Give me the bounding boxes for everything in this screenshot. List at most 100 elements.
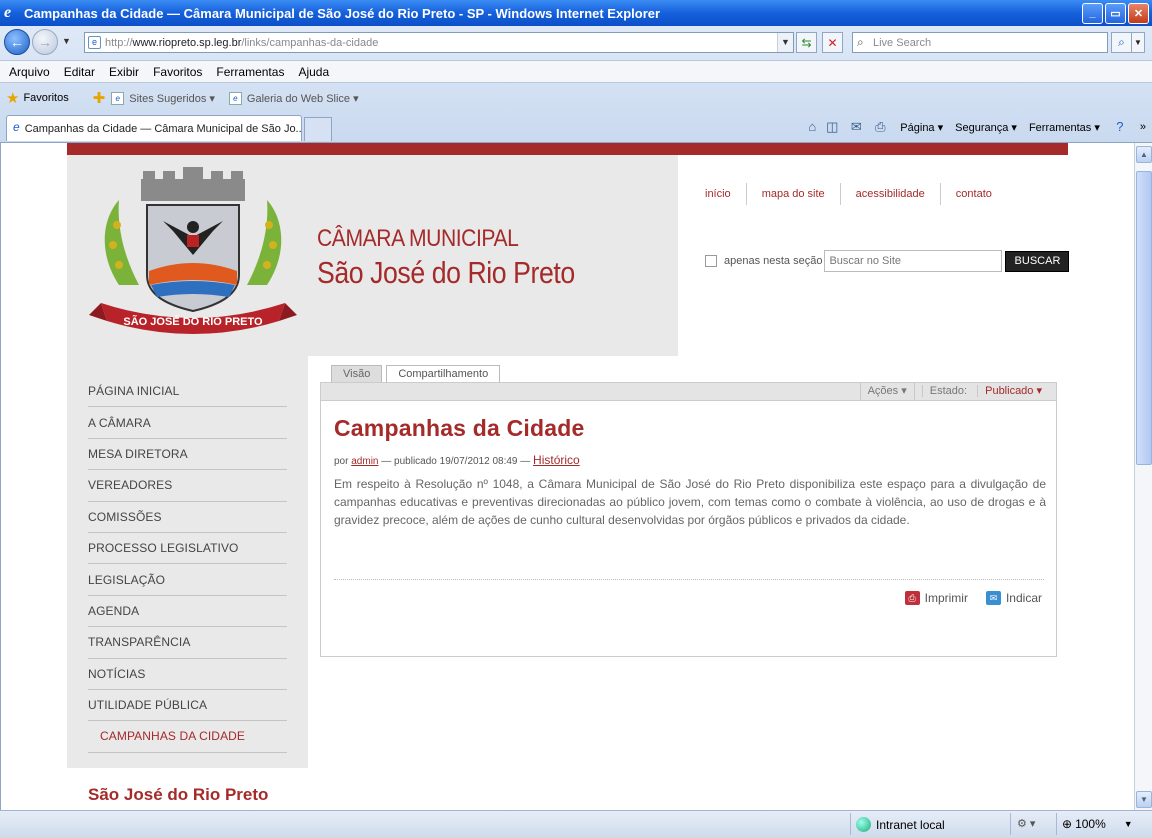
sidebar-item-agenda[interactable]: AGENDA xyxy=(88,596,287,628)
tab-compartilhamento[interactable]: Compartilhamento xyxy=(386,365,501,382)
protected-mode-icon[interactable]: ⚙ ▾ xyxy=(1017,817,1035,830)
link-inicio[interactable]: início xyxy=(705,183,746,205)
address-bar[interactable]: e http://www.riopreto.sp.leg.br/links/ca… xyxy=(84,32,794,53)
print-icon[interactable]: ⎙ xyxy=(872,119,888,135)
top-links: início mapa do site acessibilidade conta… xyxy=(705,183,1007,205)
forward-button[interactable]: → xyxy=(32,29,58,55)
live-search-input[interactable]: ⌕ Live Search xyxy=(852,32,1108,53)
sidebar-item-a-camara[interactable]: A CÂMARA xyxy=(88,407,287,439)
menu-editar[interactable]: Editar xyxy=(64,65,95,79)
page-icon: e xyxy=(228,91,242,105)
zoom-level: 100% xyxy=(1075,817,1106,831)
page-icon: e xyxy=(111,91,125,105)
title-bar: e Campanhas da Cidade — Câmara Municipal… xyxy=(0,0,1152,26)
sidebar-item-comissoes[interactable]: COMISSÕES xyxy=(88,502,287,533)
ie-logo-icon: e xyxy=(4,4,12,21)
refresh-icon: ⇆ xyxy=(801,35,812,50)
refresh-button[interactable]: ⇆ xyxy=(796,32,817,53)
section-only-checkbox[interactable] xyxy=(705,255,717,267)
byline-published: — publicado 19/07/2012 08:49 — xyxy=(381,456,531,467)
address-domain: www.riopreto.sp.leg.br xyxy=(132,36,242,49)
help-icon[interactable]: ? xyxy=(1112,119,1128,135)
state-label: Estado: xyxy=(921,385,975,397)
status-separator xyxy=(1010,813,1011,835)
scroll-up-icon[interactable]: ▲ xyxy=(1136,146,1152,163)
address-dropdown-icon[interactable]: ▼ xyxy=(777,33,793,52)
sidebar-item-vereadores[interactable]: VEREADORES xyxy=(88,470,287,502)
scroll-down-icon[interactable]: ▼ xyxy=(1136,791,1152,808)
sidebar-item-noticias[interactable]: NOTÍCIAS xyxy=(88,659,287,690)
state-value: Publicado ▾ xyxy=(977,385,1049,397)
history-dropdown-icon[interactable]: ▼ xyxy=(62,36,71,46)
content-panel: Campanhas da Cidade por admin — publicad… xyxy=(320,401,1057,657)
sidebar-item-utilidade-publica[interactable]: UTILIDADE PÚBLICA xyxy=(88,690,287,722)
security-zone[interactable]: Intranet local xyxy=(856,817,945,832)
vertical-scrollbar[interactable]: ▲ ▼ xyxy=(1134,143,1152,810)
home-icon[interactable]: ⌂ xyxy=(804,119,820,135)
tab-campanhas[interactable]: e Campanhas da Cidade — Câmara Municipal… xyxy=(6,115,302,141)
fav-item-sites-sugeridos[interactable]: e Sites Sugeridos ▾ xyxy=(111,91,215,105)
sidebar-item-pagina-inicial[interactable]: PÁGINA INICIAL xyxy=(88,376,287,408)
zoom-control[interactable]: ⊕ 100% ▼ xyxy=(1062,817,1133,831)
brand-line-2: São José do Rio Preto xyxy=(317,255,575,290)
site-search: apenas nesta seção Buscar no Site BUSCAR xyxy=(705,250,1070,272)
sidebar-item-processo-legislativo[interactable]: PROCESSO LEGISLATIVO xyxy=(88,533,287,565)
site-search-button[interactable]: BUSCAR xyxy=(1005,250,1070,272)
live-search-placeholder: Live Search xyxy=(873,36,932,49)
feeds-icon[interactable]: ◫ xyxy=(824,119,840,135)
favorites-button[interactable]: ★ Favoritos xyxy=(6,89,69,107)
printer-icon: ⎙ xyxy=(904,591,920,605)
history-link[interactable]: Histórico xyxy=(533,453,580,467)
address-row: ← → ▼ e http://www.riopreto.sp.leg.br/li… xyxy=(0,26,1152,60)
site-search-input[interactable]: Buscar no Site xyxy=(824,250,1003,272)
browser-window: e Campanhas da Cidade — Câmara Municipal… xyxy=(0,0,1152,838)
menu-ferramentas[interactable]: Ferramentas xyxy=(216,65,284,79)
forward-arrow-icon: → xyxy=(38,34,52,50)
link-acessibilidade[interactable]: acessibilidade xyxy=(839,183,940,205)
actions-menu[interactable]: Ações ▾ xyxy=(859,383,914,400)
crest-banner-text: SÃO JOSÉ DO RIO PRETO xyxy=(123,315,263,328)
content-tabs: Visão Compartilhamento xyxy=(331,365,504,382)
menu-favoritos[interactable]: Favoritos xyxy=(153,65,202,79)
author-link[interactable]: admin xyxy=(351,456,378,467)
minimize-button[interactable]: _ xyxy=(1082,2,1103,24)
add-favorite-icon[interactable]: ✚ xyxy=(93,89,106,107)
new-tab-button[interactable] xyxy=(304,117,332,141)
sidebar-item-campanhas-da-cidade[interactable]: CAMPANHAS DA CIDADE xyxy=(88,721,287,753)
close-button[interactable]: ✕ xyxy=(1128,2,1149,24)
search-button[interactable]: ⌕ xyxy=(1111,32,1132,53)
sidebar-item-transparencia[interactable]: TRANSPARÊNCIA xyxy=(88,627,287,659)
tab-visao[interactable]: Visão xyxy=(331,365,383,382)
scroll-thumb[interactable] xyxy=(1136,171,1152,465)
fav-item-web-slice[interactable]: e Galeria do Web Slice ▾ xyxy=(228,91,359,105)
menu-exibir[interactable]: Exibir xyxy=(109,65,139,79)
content-actions-bar: Ações ▾ Estado: Publicado ▾ xyxy=(320,382,1057,401)
send-to-button[interactable]: ✉ Indicar xyxy=(985,591,1042,605)
link-contato[interactable]: contato xyxy=(939,183,1007,205)
city-crest-logo: SÃO JOSÉ DO RIO PRETO xyxy=(89,167,297,334)
mail-icon[interactable]: ✉ xyxy=(848,119,864,135)
cmd-security[interactable]: Segurança ▾ xyxy=(955,121,1017,134)
fav-item-label: Galeria do Web Slice ▾ xyxy=(246,92,359,105)
document-actions: ⎙ Imprimir ✉ Indicar xyxy=(887,591,1042,605)
tab-title: Campanhas da Cidade — Câmara Municipal d… xyxy=(24,122,302,135)
cmd-page[interactable]: Página ▾ xyxy=(900,121,943,134)
cmd-more-chevron[interactable]: » xyxy=(1140,121,1146,133)
state-menu[interactable]: Estado: Publicado ▾ xyxy=(913,383,1056,400)
print-button[interactable]: ⎙ Imprimir xyxy=(904,591,968,605)
back-button[interactable]: ← xyxy=(4,29,30,55)
brand-line-1: CÂMARA MUNICIPAL xyxy=(317,225,519,252)
link-mapa-do-site[interactable]: mapa do site xyxy=(745,183,840,205)
mail-icon: ✉ xyxy=(985,591,1001,605)
cmd-tools[interactable]: Ferramentas ▾ xyxy=(1029,121,1100,134)
sidebar-item-mesa-diretora[interactable]: MESA DIRETORA xyxy=(88,439,287,471)
stop-button[interactable]: ✕ xyxy=(822,32,843,53)
menu-arquivo[interactable]: Arquivo xyxy=(9,65,50,79)
maximize-button[interactable]: ▭ xyxy=(1105,2,1126,24)
window-title: Campanhas da Cidade — Câmara Municipal d… xyxy=(24,5,661,21)
print-label: Imprimir xyxy=(924,591,968,605)
search-options-button[interactable]: ▼ xyxy=(1131,32,1145,53)
sidebar-item-legislacao[interactable]: LEGISLAÇÃO xyxy=(88,564,287,596)
star-icon: ★ xyxy=(6,90,20,107)
menu-ajuda[interactable]: Ajuda xyxy=(298,65,329,79)
